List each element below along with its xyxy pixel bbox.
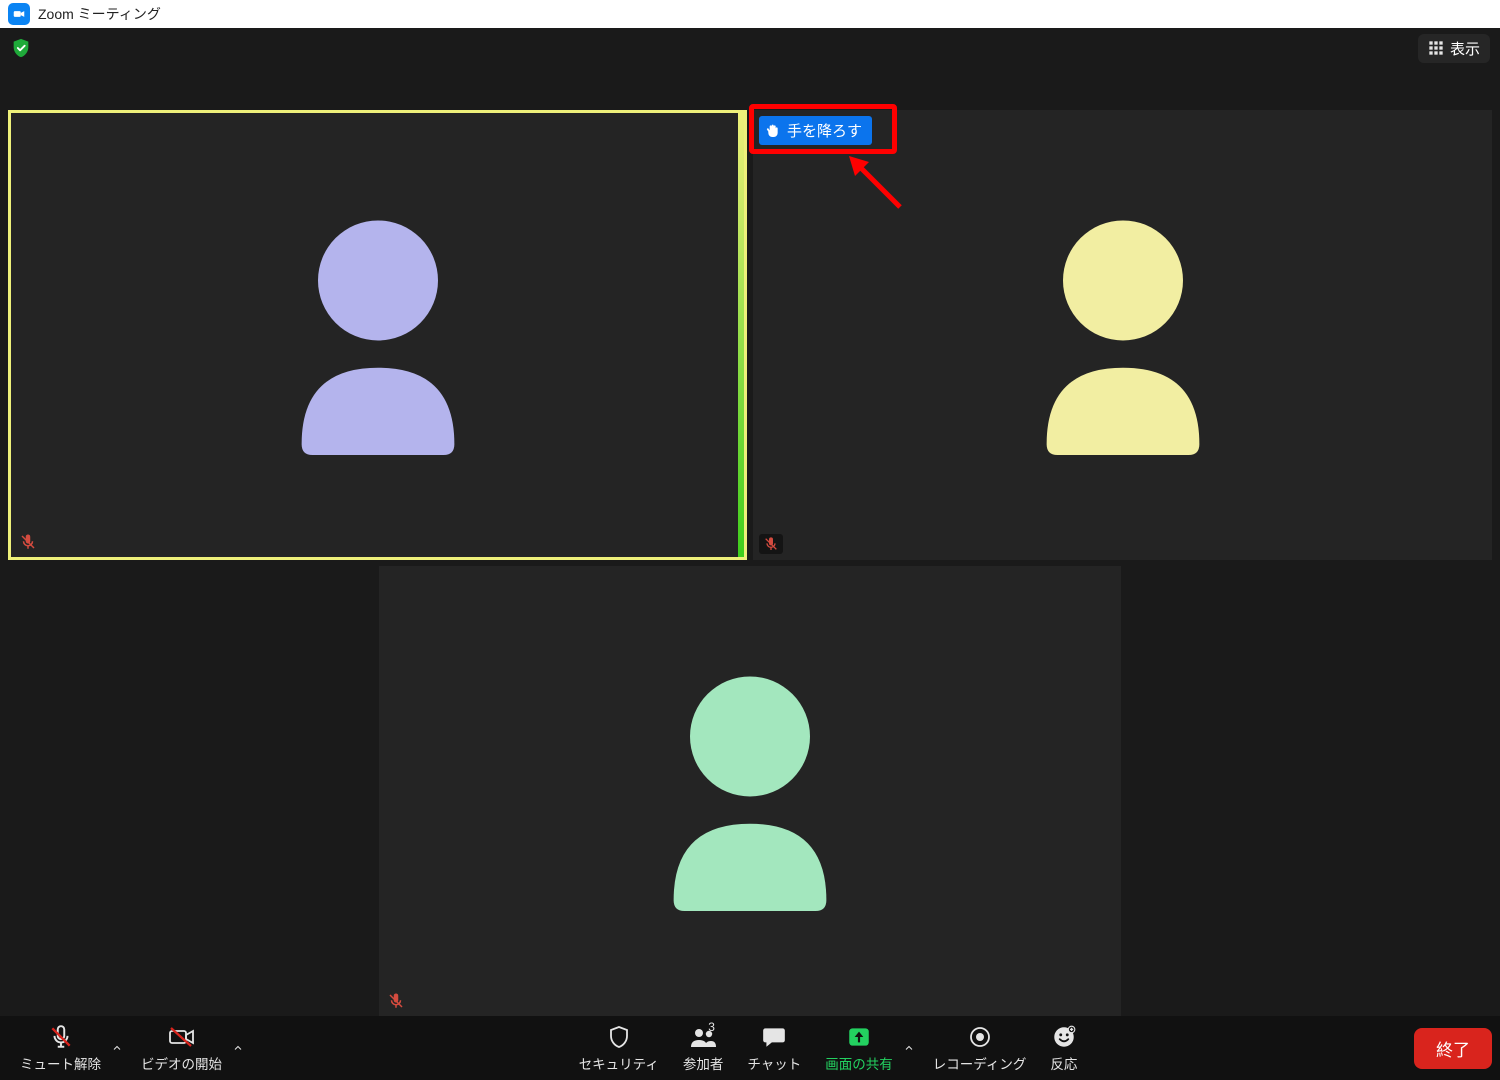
- participant-avatar-1: [11, 113, 744, 557]
- end-meeting-label: 終了: [1436, 1041, 1470, 1060]
- chat-label: チャット: [747, 1053, 801, 1073]
- grid-icon: [1428, 40, 1444, 56]
- lower-hand-label: 手を降ろす: [787, 120, 862, 141]
- unmute-button[interactable]: ミュート解除: [8, 1016, 113, 1080]
- meeting-area: 表示 手を降ろす: [0, 28, 1500, 1080]
- start-video-label: ビデオの開始: [141, 1053, 222, 1073]
- view-button[interactable]: 表示: [1418, 34, 1490, 63]
- view-button-label: 表示: [1450, 38, 1480, 59]
- security-button[interactable]: セキュリティ: [567, 1016, 671, 1080]
- video-grid: 手を降ろす: [8, 110, 1492, 1016]
- mic-muted-icon: [19, 533, 37, 551]
- chat-icon: [761, 1023, 787, 1051]
- participant-tile-2[interactable]: 手を降ろす: [753, 110, 1492, 560]
- record-icon: [968, 1023, 992, 1051]
- participants-count: 3: [708, 1020, 715, 1034]
- reactions-icon: [1051, 1023, 1077, 1051]
- camera-off-icon: [168, 1023, 196, 1051]
- shield-icon: [607, 1023, 631, 1051]
- participant-tile-3[interactable]: [379, 566, 1121, 1016]
- participant-tile-1[interactable]: [8, 110, 747, 560]
- raised-hand-icon: [765, 123, 781, 139]
- share-screen-label: 画面の共有: [825, 1053, 893, 1073]
- reactions-label: 反応: [1050, 1053, 1077, 1073]
- window-title: Zoom ミーティング: [38, 4, 161, 24]
- unmute-label: ミュート解除: [20, 1053, 101, 1073]
- reactions-button[interactable]: 反応: [1038, 1016, 1089, 1080]
- participants-button[interactable]: 3 参加者: [671, 1016, 736, 1080]
- chat-button[interactable]: チャット: [735, 1016, 813, 1080]
- participant-avatar-2: [753, 110, 1492, 560]
- meeting-topbar: 表示: [0, 28, 1500, 68]
- mic-muted-icon: [759, 534, 783, 554]
- share-screen-button[interactable]: 画面の共有: [813, 1016, 905, 1080]
- security-label: セキュリティ: [579, 1053, 659, 1073]
- share-screen-icon: [846, 1023, 872, 1051]
- participant-avatar-3: [379, 566, 1121, 1016]
- mic-muted-icon: [387, 992, 405, 1010]
- encryption-shield-icon[interactable]: [10, 37, 32, 59]
- end-meeting-button[interactable]: 終了: [1414, 1028, 1492, 1069]
- window-titlebar: Zoom ミーティング: [0, 0, 1500, 28]
- zoom-logo-icon: [8, 3, 30, 25]
- lower-hand-button[interactable]: 手を降ろす: [759, 116, 872, 145]
- start-video-button[interactable]: ビデオの開始: [129, 1016, 234, 1080]
- meeting-toolbar: ミュート解除 ビデオの開始 セキュリティ 3 参加者: [0, 1016, 1500, 1080]
- record-button[interactable]: レコーディング: [921, 1016, 1039, 1080]
- microphone-muted-icon: [48, 1023, 74, 1051]
- participants-label: 参加者: [683, 1053, 724, 1073]
- record-label: レコーディング: [933, 1053, 1027, 1073]
